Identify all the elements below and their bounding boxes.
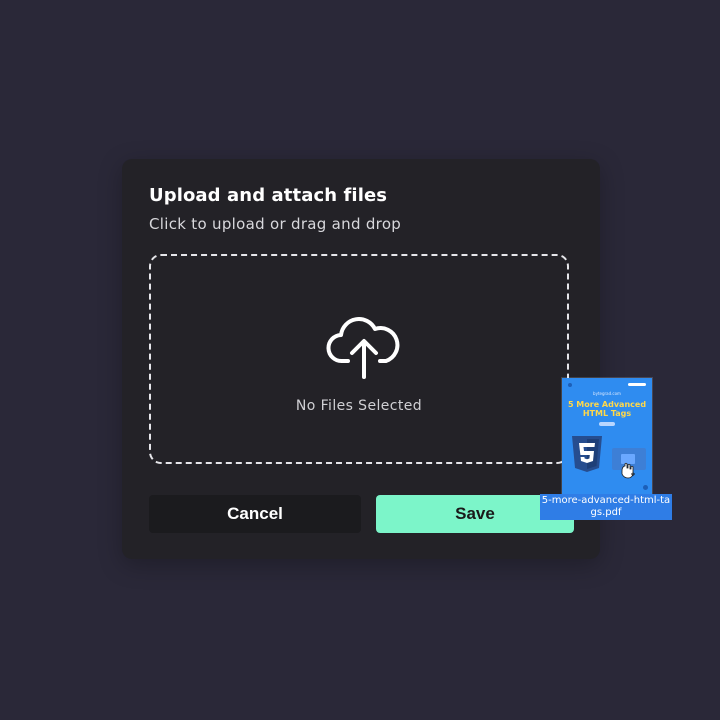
thumbnail-title: 5 More Advanced HTML Tags	[567, 400, 647, 418]
app-stage: Upload and attach files Click to upload …	[0, 0, 720, 720]
dialog-subtitle: Click to upload or drag and drop	[149, 215, 402, 233]
dialog-title: Upload and attach files	[149, 185, 388, 206]
dragged-file-name: 5-more-advanced-html-tags.pdf	[540, 494, 672, 520]
cloud-upload-icon	[326, 317, 400, 379]
file-dropzone[interactable]: No Files Selected	[149, 254, 569, 464]
file-thumbnail: bytegrad.com 5 More Advanced HTML Tags	[562, 378, 652, 494]
thumbnail-corner-dot-icon	[643, 485, 648, 490]
html5-icon	[572, 436, 602, 472]
thumbnail-dot-icon	[568, 383, 572, 387]
thumbnail-site-text: bytegrad.com	[593, 391, 621, 396]
thumbnail-header	[568, 383, 646, 388]
empty-state-text: No Files Selected	[295, 398, 423, 414]
upload-dialog: Upload and attach files Click to upload …	[122, 159, 600, 559]
drag-cursor-icon	[621, 462, 635, 479]
thumbnail-pill	[628, 383, 646, 386]
dragged-file[interactable]: bytegrad.com 5 More Advanced HTML Tags 5…	[540, 378, 674, 520]
thumbnail-author	[599, 422, 615, 426]
cancel-button[interactable]: Cancel	[149, 495, 361, 533]
